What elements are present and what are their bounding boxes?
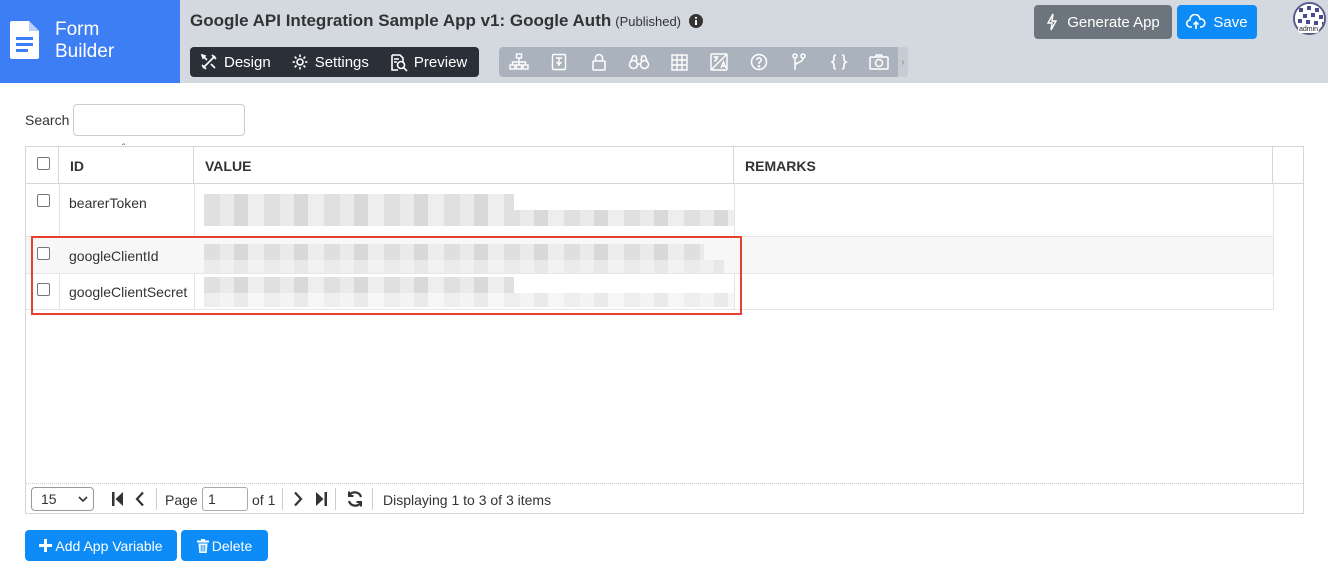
- delete-label: Delete: [211, 537, 253, 554]
- toolbar-scroll-right[interactable]: ›: [898, 47, 908, 77]
- form-document-icon: [10, 21, 39, 64]
- select-all-checkbox[interactable]: [37, 157, 50, 170]
- pager-status: Displaying 1 to 3 of 3 items: [383, 492, 552, 508]
- column-header-value[interactable]: VALUE: [194, 147, 734, 184]
- resource-bundle-icon: [551, 53, 567, 71]
- chevron-down-icon: [78, 496, 88, 503]
- lightning-icon: [1047, 13, 1058, 31]
- help-circle-icon: [750, 53, 768, 71]
- table-row[interactable]: bearerToken: [26, 184, 1273, 237]
- column-header-id-label: ID: [70, 158, 84, 174]
- pager-divider: [282, 488, 283, 510]
- row-checkbox[interactable]: [37, 194, 50, 207]
- curly-braces-icon: [830, 54, 848, 70]
- preview-search-icon: [391, 53, 408, 72]
- app-status: (Published): [615, 14, 682, 29]
- sitemap-icon: [509, 53, 529, 70]
- branch-icon: [792, 53, 806, 70]
- column-header-remarks[interactable]: REMARKS: [734, 147, 1273, 184]
- page-count-label: of 1: [252, 492, 276, 508]
- column-header-remarks-label: REMARKS: [745, 158, 816, 174]
- delete-button[interactable]: Delete: [181, 530, 268, 561]
- mode-switcher: Design Settings Preview: [190, 47, 479, 77]
- generate-app-button[interactable]: Generate App: [1034, 5, 1172, 39]
- save-button[interactable]: Save: [1177, 5, 1257, 39]
- toolbar-screenshot-button[interactable]: [859, 47, 899, 77]
- lock-icon: [592, 53, 606, 71]
- cell-id: bearerToken: [69, 195, 147, 211]
- sort-asc-icon: ˆ: [122, 143, 126, 154]
- previous-page-icon[interactable]: [134, 491, 146, 507]
- plus-icon: [39, 539, 53, 552]
- brand-logo[interactable]: Form Builder: [0, 0, 180, 83]
- refresh-icon[interactable]: [346, 490, 364, 508]
- brand-name: Form Builder: [55, 19, 114, 63]
- toolbar-json-button[interactable]: [819, 47, 859, 77]
- top-header: Form Builder Google API Integration Samp…: [0, 0, 1328, 83]
- grid-table-icon: [670, 53, 688, 71]
- brand-line-2: Builder: [55, 41, 115, 62]
- save-label: Save: [1213, 13, 1248, 31]
- toolbar-translate-button[interactable]: [699, 47, 739, 77]
- toolbar-help-button[interactable]: [739, 47, 779, 77]
- last-page-icon[interactable]: [314, 491, 328, 507]
- app-variables-grid: ID ˆ VALUE REMARKS bearerToken googleCli…: [25, 143, 1304, 514]
- toolbar-resource-button[interactable]: [539, 47, 579, 77]
- camera-icon: [869, 54, 889, 70]
- search-input[interactable]: [73, 104, 245, 136]
- column-header-id[interactable]: ID ˆ: [59, 143, 194, 184]
- trash-icon: [196, 538, 209, 553]
- info-icon[interactable]: [688, 13, 703, 33]
- redacted-value: [204, 210, 734, 226]
- first-page-icon[interactable]: [111, 491, 125, 507]
- pager-divider: [335, 488, 336, 510]
- search-label: Search: [25, 112, 70, 128]
- toolbar-permissions-button[interactable]: [579, 47, 619, 77]
- tab-preview-label: Preview: [413, 53, 468, 71]
- tab-settings-label: Settings: [314, 53, 369, 71]
- grid-header: ID ˆ VALUE REMARKS: [26, 143, 1303, 184]
- page-number-input[interactable]: 1: [202, 487, 248, 511]
- design-tools-icon: [200, 53, 217, 70]
- gear-icon: [292, 54, 308, 70]
- pager-divider: [156, 488, 157, 510]
- tab-design[interactable]: Design: [200, 53, 271, 71]
- generate-app-label: Generate App: [1067, 13, 1160, 31]
- toolbar-branch-button[interactable]: [779, 47, 819, 77]
- brand-line-1: Form: [55, 19, 100, 40]
- builder-toolbar: ›: [499, 47, 908, 77]
- page-label: Page: [165, 492, 198, 508]
- app-title: Google API Integration Sample App v1: Go…: [190, 11, 703, 33]
- annotation-highlight-box: [31, 236, 742, 315]
- grid-pager: 15 Page 1 of 1 Displaying 1 to 3 of 3 it…: [26, 483, 1303, 513]
- binoculars-icon: [628, 55, 650, 70]
- app-title-text: Google API Integration Sample App v1: Go…: [190, 11, 612, 30]
- page-size-select[interactable]: 15: [31, 487, 94, 511]
- translate-icon: [710, 53, 728, 71]
- pager-divider: [372, 488, 373, 510]
- toolbar-table-button[interactable]: [659, 47, 699, 77]
- next-page-icon[interactable]: [292, 491, 304, 507]
- cloud-upload-icon: [1186, 14, 1206, 29]
- tab-settings[interactable]: Settings: [291, 53, 369, 71]
- chevron-right-icon: ›: [901, 56, 905, 68]
- page-size-value: 15: [41, 491, 57, 507]
- add-app-variable-label: Add App Variable: [55, 537, 163, 554]
- toolbar-sitemap-button[interactable]: [499, 47, 539, 77]
- tab-preview[interactable]: Preview: [389, 53, 467, 72]
- select-all-cell: [26, 147, 59, 184]
- redacted-value: [204, 194, 514, 210]
- toolbar-find-button[interactable]: [619, 47, 659, 77]
- tab-design-label: Design: [224, 53, 271, 71]
- add-app-variable-button[interactable]: Add App Variable: [25, 530, 177, 561]
- avatar-label: admin: [1298, 26, 1320, 33]
- column-divider: [1273, 184, 1274, 310]
- column-header-value-label: VALUE: [205, 158, 252, 174]
